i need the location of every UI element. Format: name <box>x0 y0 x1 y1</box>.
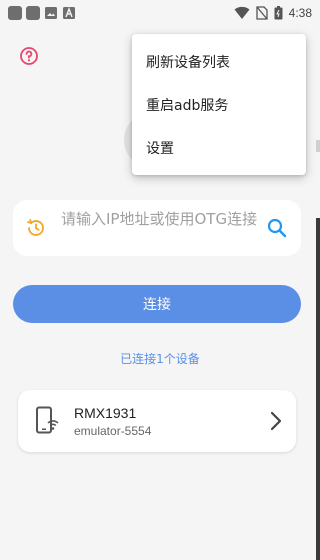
connect-button[interactable]: 连接 <box>13 285 301 323</box>
device-list-item[interactable]: RMX1931 emulator-5554 <box>18 390 296 452</box>
menu-item-settings[interactable]: 设置 <box>132 126 306 169</box>
edge-marker <box>316 140 320 152</box>
font-icon <box>63 7 75 19</box>
chevron-right-icon[interactable] <box>268 410 284 432</box>
battery-icon <box>274 6 283 20</box>
device-info: RMX1931 emulator-5554 <box>74 404 268 438</box>
no-sim-icon <box>255 6 268 20</box>
connected-devices-status: 已连接1个设备 <box>120 352 200 366</box>
ip-address-input[interactable] <box>61 208 259 248</box>
notification-icon <box>26 6 40 20</box>
overflow-menu: 刷新设备列表 重启adb服务 设置 <box>132 34 306 175</box>
history-icon[interactable] <box>25 217 47 239</box>
device-name: RMX1931 <box>74 405 137 421</box>
phone-wifi-icon <box>36 406 59 434</box>
search-icon[interactable] <box>265 216 289 240</box>
status-bar-right: 4:38 <box>234 6 312 20</box>
status-bar: 4:38 <box>0 0 320 26</box>
ip-input-card <box>13 200 301 256</box>
menu-item-restart-adb[interactable]: 重启adb服务 <box>132 83 306 126</box>
image-icon <box>45 7 57 19</box>
wifi-icon <box>234 6 250 20</box>
menu-item-refresh-devices[interactable]: 刷新设备列表 <box>132 40 306 83</box>
edge-strip <box>316 218 320 560</box>
device-serial: emulator-5554 <box>74 424 152 438</box>
status-time: 4:38 <box>288 6 312 20</box>
help-icon[interactable] <box>19 46 39 66</box>
status-bar-left <box>8 6 76 20</box>
notification-icon <box>8 6 22 20</box>
